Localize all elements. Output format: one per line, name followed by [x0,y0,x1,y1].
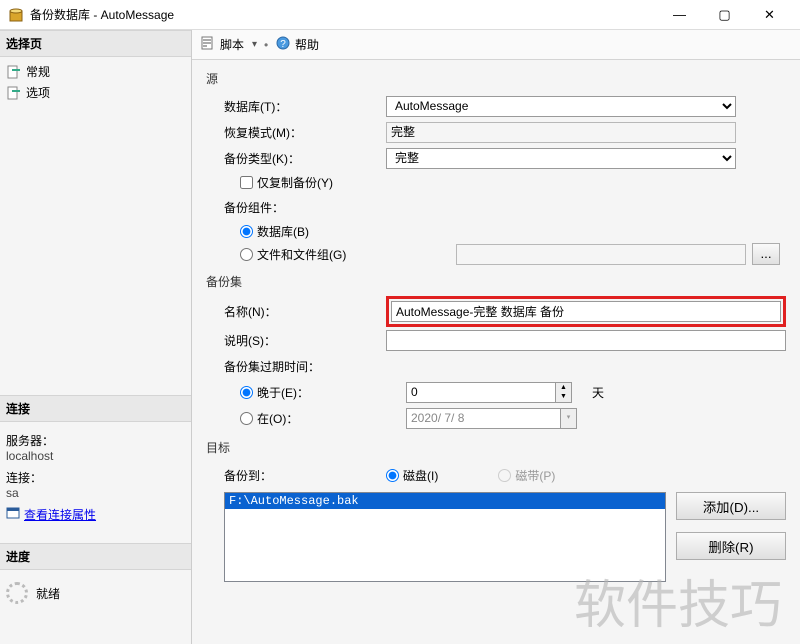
component-database-label: 数据库(B) [257,223,309,240]
chevron-down-icon: ▾ [252,39,257,50]
expire-date-input [406,408,561,429]
close-button[interactable]: ✕ [747,1,792,29]
add-button[interactable]: 添加(D)... [676,492,786,520]
expire-days-unit: 天 [592,384,604,401]
progress-spinner-icon [6,582,28,604]
toolbar-separator: • [261,38,271,52]
expire-after-radio[interactable]: 晚于(E)： [206,384,366,401]
date-dropdown-icon: ▾ [561,408,577,429]
backup-type-select[interactable]: 完整 [386,148,736,169]
connection-value: sa [6,486,185,500]
expire-on-label: 在(O)： [257,410,298,427]
recovery-model-value: 完整 [386,122,736,143]
sidebar-item-options[interactable]: 选项 [0,82,191,103]
copy-only-input[interactable] [240,176,253,189]
backup-to-label: 备份到： [206,467,386,484]
component-files-input[interactable] [240,248,253,261]
backup-desc-input[interactable] [386,330,786,351]
tape-input [498,469,511,482]
minimize-button[interactable]: — [657,1,702,29]
sidebar-item-label: 选项 [26,84,50,101]
disk-input[interactable] [386,469,399,482]
connection-label: 连接： [6,469,185,486]
component-files-radio[interactable]: 文件和文件组(G) [240,246,346,263]
desc-label: 说明(S)： [206,332,386,349]
server-label: 服务器： [6,432,185,449]
svg-text:?: ? [280,39,286,50]
progress-header: 进度 [0,543,191,570]
tape-label: 磁带(P) [515,467,555,484]
script-icon [200,35,216,54]
remove-button[interactable]: 删除(R) [676,532,786,560]
sidebar-item-label: 常规 [26,63,50,80]
disk-label: 磁盘(I) [403,467,438,484]
expire-days-input[interactable] [406,382,556,403]
component-database-input[interactable] [240,225,253,238]
destination-group-title: 目标 [206,439,786,456]
app-icon [8,7,24,23]
page-icon [6,85,22,101]
expire-on-input[interactable] [240,412,253,425]
expire-after-label: 晚于(E)： [257,384,309,401]
name-label: 名称(N)： [206,303,386,320]
database-label: 数据库(T)： [206,98,386,115]
backup-name-input[interactable] [391,301,781,322]
database-select[interactable]: AutoMessage [386,96,736,117]
backup-component-label: 备份组件： [206,199,386,216]
recovery-model-label: 恢复模式(M)： [206,124,386,141]
window-title: 备份数据库 - AutoMessage [30,6,657,23]
tape-radio: 磁带(P) [498,467,555,484]
component-files-label: 文件和文件组(G) [257,246,346,263]
expire-label: 备份集过期时间： [206,358,386,375]
spinner-arrows[interactable]: ▲▼ [556,382,572,403]
progress-status: 就绪 [36,585,60,602]
source-group-title: 源 [206,70,786,87]
script-button[interactable]: 脚本 ▾ [200,35,257,54]
destination-listbox[interactable]: F:\AutoMessage.bak [224,492,666,582]
view-connection-props-link[interactable]: 查看连接属性 [24,506,96,523]
files-browse-button[interactable]: ... [752,243,780,265]
script-label: 脚本 [220,36,244,53]
maximize-button[interactable]: ▢ [702,1,747,29]
backup-set-group-title: 备份集 [206,273,786,290]
expire-on-radio[interactable]: 在(O)： [206,410,366,427]
sidebar-item-general[interactable]: 常规 [0,61,191,82]
help-button[interactable]: ? 帮助 [275,35,319,54]
component-database-radio[interactable]: 数据库(B) [206,223,786,240]
properties-icon [6,506,20,523]
copy-only-label: 仅复制备份(Y) [257,174,333,191]
backup-type-label: 备份类型(K)： [206,150,386,167]
page-icon [6,64,22,80]
files-text [456,244,746,265]
destination-item[interactable]: F:\AutoMessage.bak [225,493,665,509]
server-value: localhost [6,449,185,463]
help-icon: ? [275,35,291,54]
disk-radio[interactable]: 磁盘(I) [386,467,438,484]
select-page-header: 选择页 [0,30,191,57]
help-label: 帮助 [295,36,319,53]
expire-after-input[interactable] [240,386,253,399]
connection-header: 连接 [0,395,191,422]
copy-only-checkbox[interactable]: 仅复制备份(Y) [206,174,786,191]
